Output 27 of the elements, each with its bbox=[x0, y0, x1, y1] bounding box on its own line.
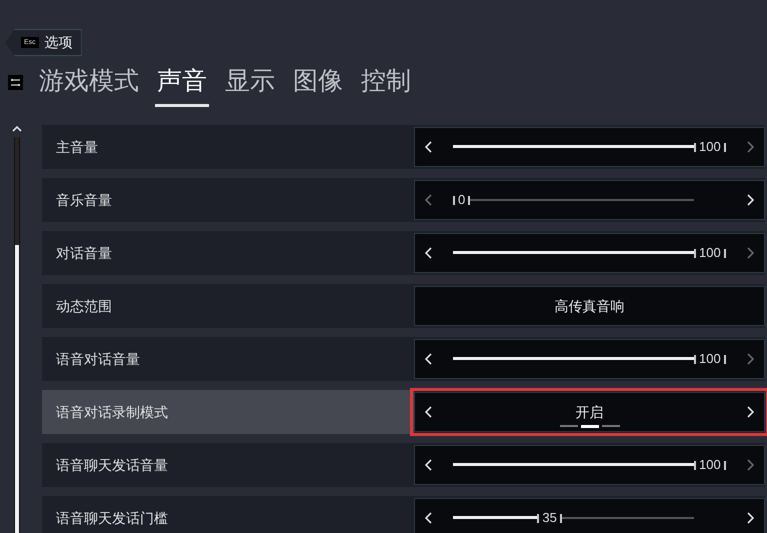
sliders-icon bbox=[8, 75, 23, 90]
tab[interactable]: 游戏模式 bbox=[37, 66, 141, 107]
scroll-up-icon[interactable] bbox=[11, 125, 23, 133]
setting-label: 语音对话音量 bbox=[55, 350, 141, 368]
slider-value: 35 bbox=[541, 509, 558, 528]
option-value: 开启 bbox=[574, 402, 604, 422]
tab[interactable]: 控制 bbox=[359, 66, 413, 107]
tab[interactable]: 显示 bbox=[223, 66, 277, 107]
scrollbar[interactable] bbox=[14, 137, 20, 533]
tab[interactable]: 图像 bbox=[291, 66, 345, 107]
slider-value: 100 bbox=[698, 350, 722, 368]
setting-control[interactable]: 高传真音响 bbox=[414, 286, 765, 326]
setting-label: 音乐音量 bbox=[55, 190, 113, 210]
slider-value: 100 bbox=[698, 138, 722, 156]
setting-control[interactable]: 0 bbox=[414, 180, 765, 220]
slider-value: 100 bbox=[698, 244, 722, 262]
setting-label: 语音聊天发话音量 bbox=[55, 456, 169, 474]
slider-value: 0 bbox=[457, 191, 466, 210]
setting-label: 语音对话录制模式 bbox=[42, 390, 414, 434]
slider-value: 100 bbox=[698, 456, 722, 474]
setting-label: 动态范围 bbox=[55, 296, 113, 316]
slider-thumb[interactable]: 0 bbox=[453, 193, 470, 207]
setting-label: 语音聊天发话门槛 bbox=[55, 508, 169, 528]
setting-label: 对话音量 bbox=[55, 244, 113, 262]
tab[interactable]: 声音 bbox=[155, 66, 209, 107]
setting-label: 主音量 bbox=[55, 138, 99, 156]
option-value: 高传真音响 bbox=[554, 296, 626, 316]
